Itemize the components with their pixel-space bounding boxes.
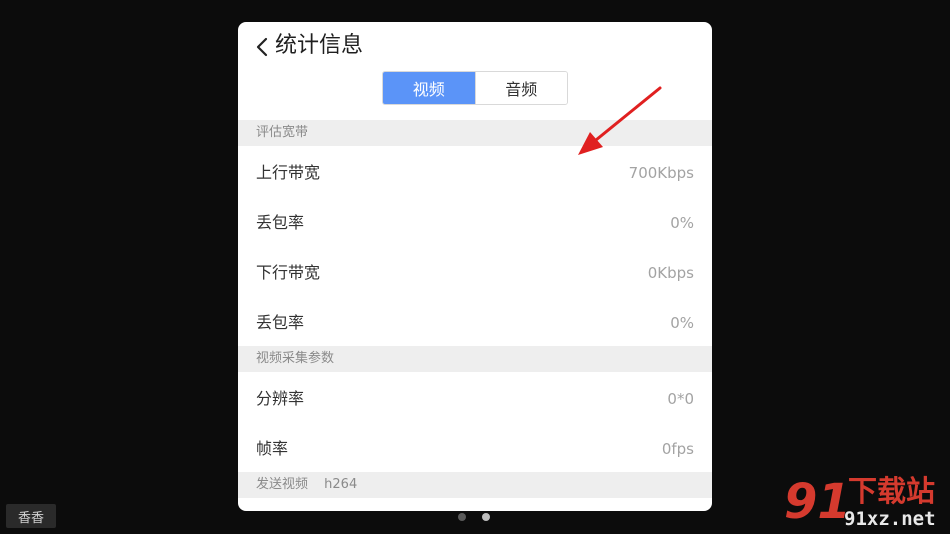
row-label: 帧率 [256,439,289,458]
codec-label: h264 [324,477,358,492]
row-label: 分辨率 [256,389,305,408]
watermark-url: 91xz.net [844,508,936,530]
page-title: 统计信息 [275,33,364,58]
header: 统计信息 [238,22,712,72]
annotation-arrow-icon [578,86,662,155]
section-title: 发送视频 [256,477,309,492]
back-arrow-icon[interactable] [252,34,274,60]
row-upload-loss: 丢包率 0% [238,198,712,248]
row-label: 丢包率 [256,213,305,232]
row-download-loss: 丢包率 0% [238,298,712,348]
watermark-name: 下载站 [848,474,936,508]
section-title: 评估宽带 [256,125,309,140]
section-capture: 视频采集参数 [238,346,712,372]
user-name: 香香 [17,510,44,526]
row-value: 0Kbps [647,264,694,282]
row-resolution: 分辨率 0*0 [238,374,712,424]
section-send-video: 发送视频 h264 [238,472,712,498]
row-label: 下行带宽 [256,263,321,282]
watermark-logo: 91 下载站 91xz.net [780,474,950,534]
row-download-bandwidth: 下行带宽 0Kbps [238,248,712,298]
row-value: 0% [670,314,694,332]
tab-video[interactable]: 视频 [383,72,475,104]
pager-dot-1[interactable] [458,513,466,521]
pager-dot-2[interactable] [482,513,490,521]
row-value: 0*0 [667,390,694,408]
row-frame-rate: 帧率 0fps [238,424,712,474]
row-label: 丢包率 [256,313,305,332]
user-tag: 香香 [6,504,56,528]
row-value: 0% [670,214,694,232]
row-value: 0fps [661,440,694,458]
row-label: 上行带宽 [256,163,321,182]
media-tabs: 视频 音频 [382,71,568,105]
watermark-digits: 91 [784,474,851,530]
tab-audio[interactable]: 音频 [474,72,567,104]
section-title: 视频采集参数 [256,351,335,366]
